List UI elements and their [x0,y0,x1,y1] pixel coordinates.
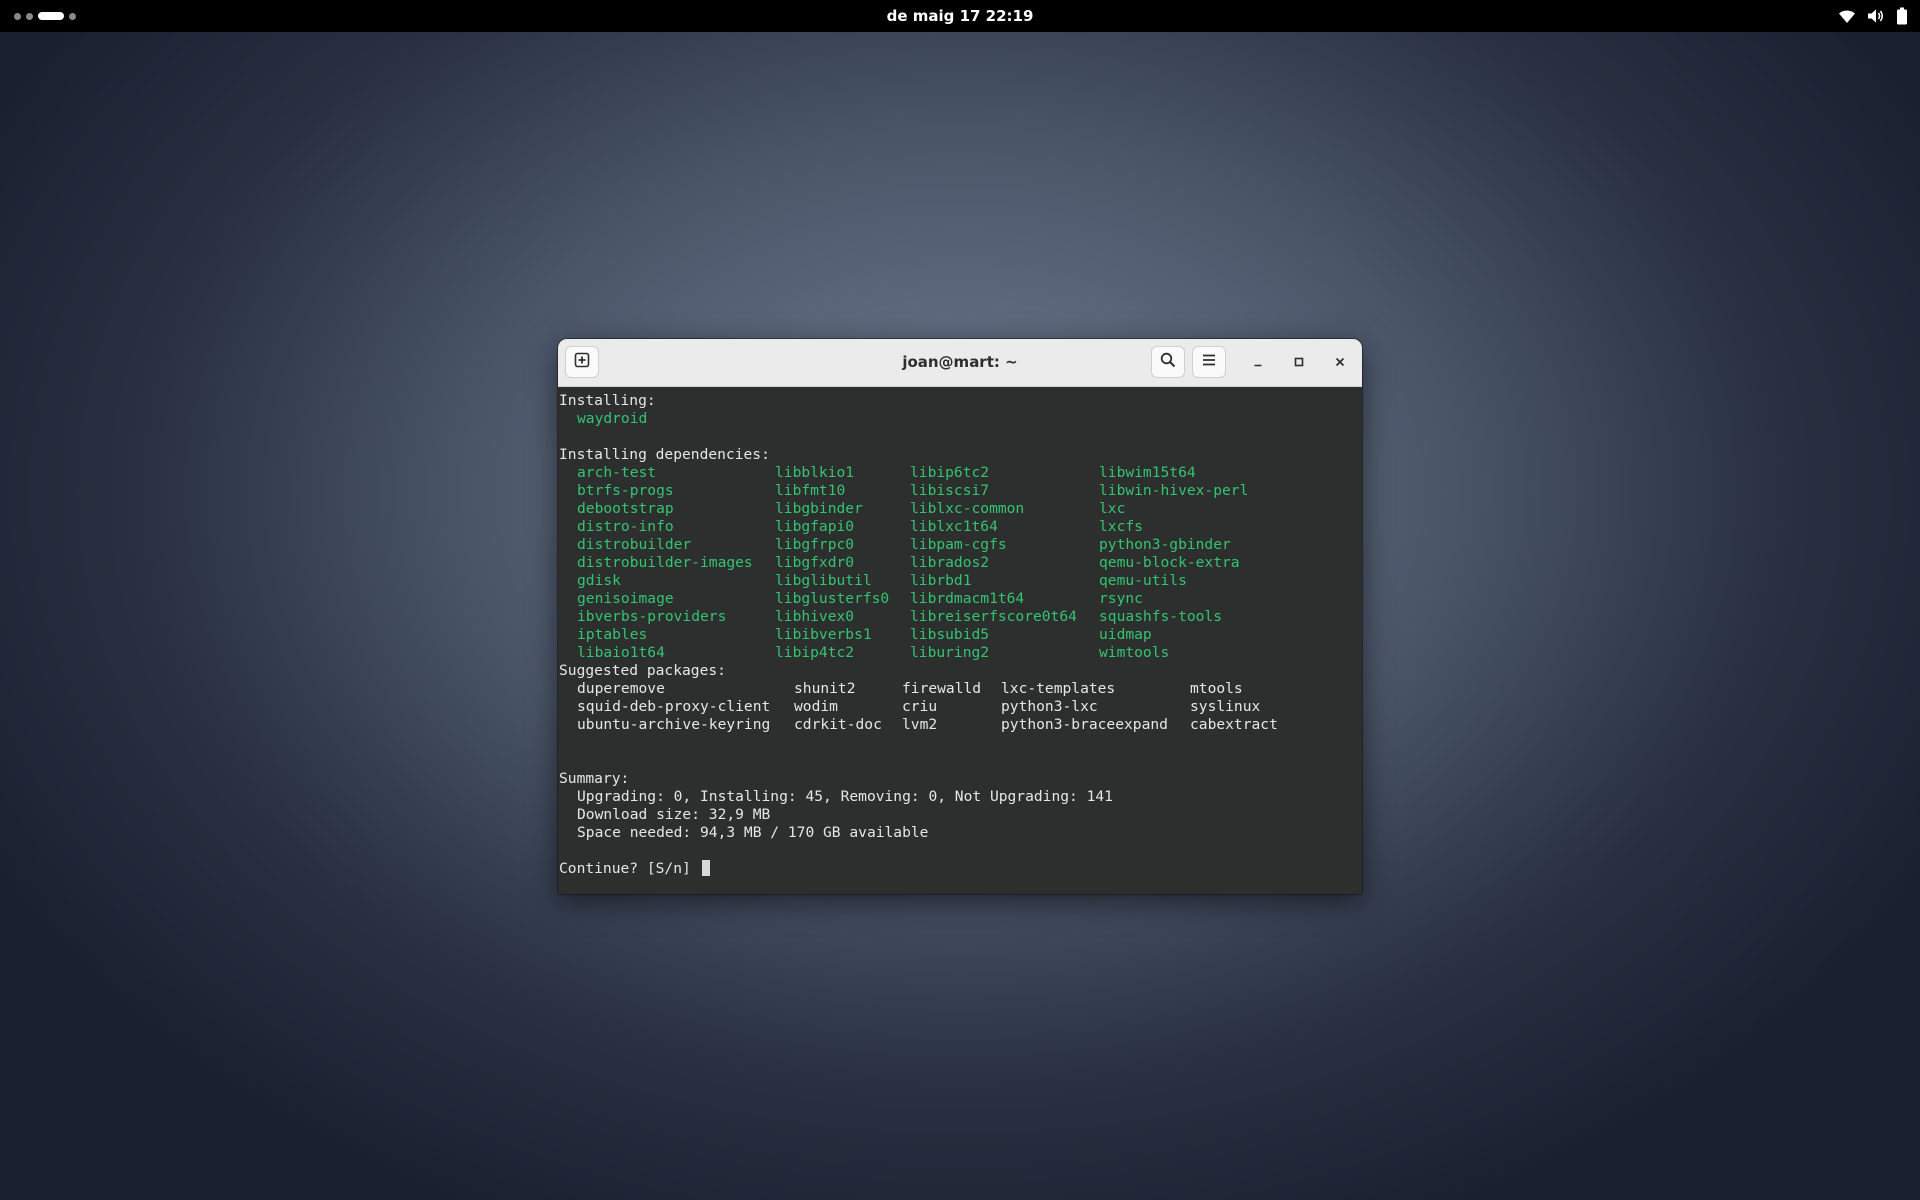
dependency-package: liblxc-common [910,500,1025,517]
installing-package: waydroid [577,410,648,427]
dependency-package: genisoimage [577,590,674,607]
suggested-package: wodim [794,698,838,715]
dependency-package: distro-info [577,518,674,535]
dependency-package: ibverbs-providers [577,608,727,625]
dependency-package: arch-test [577,464,657,481]
dependencies-header: Installing dependencies: [559,446,770,463]
dependency-package: distrobuilder-images [577,554,753,571]
workspace-dot[interactable] [14,12,21,20]
window-title: joan@mart: ~ [902,353,1018,371]
workspace-active-pill[interactable] [38,12,64,20]
suggested-package: syslinux [1190,698,1261,715]
installing-header: Installing: [559,392,656,409]
dependency-package: liblxc1t64 [910,518,998,535]
workspace-dot[interactable] [26,12,33,20]
activities-workspace-indicator[interactable] [14,10,76,22]
suggested-package: firewalld [902,680,982,697]
suggested-package: python3-lxc [1001,698,1098,715]
suggested-package: shunit2 [794,680,856,697]
dependency-package: libiscsi7 [910,482,990,499]
dependency-package: libip4tc2 [775,644,855,661]
hamburger-menu-icon [1201,352,1217,372]
text-cursor [701,860,710,876]
dependency-package: python3-gbinder [1099,536,1231,553]
search-button[interactable] [1151,346,1185,378]
suggested-package: cdrkit-doc [794,716,882,733]
dependency-package: libgfapi0 [775,518,855,535]
dependency-package: btrfs-progs [577,482,674,499]
dependency-package: qemu-utils [1099,572,1187,589]
dependency-package: libglibutil [775,572,872,589]
search-icon [1160,352,1176,372]
dependency-package: libglusterfs0 [775,590,890,607]
dependency-package: libreiserfscore0t64 [910,608,1077,625]
suggested-package: lvm2 [902,716,938,733]
system-tray[interactable] [1838,7,1908,25]
new-tab-icon [574,352,590,372]
suggested-header: Suggested packages: [559,662,726,679]
summary-line: Download size: 32,9 MB [577,806,771,823]
continue-prompt: Continue? [S/n] [559,860,700,877]
prompt-line: Continue? [S/n] [559,860,710,878]
summary-line: Space needed: 94,3 MB / 170 GB available [577,824,929,841]
new-tab-button[interactable] [565,346,599,378]
dependency-package: libibverbs1 [775,626,872,643]
window-headerbar[interactable]: joan@mart: ~ [558,339,1362,387]
summary-header: Summary: [559,770,630,787]
dependency-package: wimtools [1099,644,1170,661]
suggested-package: mtools [1190,680,1243,697]
main-menu-button[interactable] [1192,346,1226,378]
terminal-output[interactable]: Installing: waydroid Installing dependen… [558,387,1362,894]
dependency-package: librdmacm1t64 [910,590,1025,607]
minimize-icon [1252,353,1264,372]
dependency-package: libgbinder [775,500,863,517]
suggested-package: squid-deb-proxy-client [577,698,771,715]
dependency-package: distrobuilder [577,536,692,553]
dependency-package: libip6tc2 [910,464,990,481]
dependency-package: librbd1 [910,572,972,589]
workspace-dot[interactable] [69,12,76,20]
suggested-package: python3-braceexpand [1001,716,1168,733]
maximize-button[interactable] [1287,350,1311,374]
wifi-icon [1838,8,1856,24]
volume-icon [1867,8,1885,24]
dependency-package: libpam-cgfs [910,536,1007,553]
suggested-package: lxc-templates [1001,680,1116,697]
maximize-icon [1293,353,1305,372]
dependency-package: uidmap [1099,626,1152,643]
dependency-package: libgfxdr0 [775,554,855,571]
dependency-package: libblkio1 [775,464,855,481]
suggested-package: duperemove [577,680,665,697]
summary-line: Upgrading: 0, Installing: 45, Removing: … [577,788,1113,805]
battery-icon [1896,7,1908,25]
dependency-package: rsync [1099,590,1143,607]
dependency-package: libaio1t64 [577,644,665,661]
suggested-package: cabextract [1190,716,1278,733]
dependency-package: debootstrap [577,500,674,517]
dependency-package: liburing2 [910,644,990,661]
dependency-package: lxc [1099,500,1126,517]
close-icon [1334,353,1346,372]
dependency-package: libwin-hivex-perl [1099,482,1249,499]
terminal-window[interactable]: joan@mart: ~ Installing: waydroid Instal… [558,339,1362,894]
date-time-clock[interactable]: de maig 17 22:19 [887,7,1034,25]
dependency-package: libgfrpc0 [775,536,855,553]
suggested-package: ubuntu-archive-keyring [577,716,771,733]
dependency-package: librados2 [910,554,990,571]
dependency-package: squashfs-tools [1099,608,1223,625]
dependency-package: libhivex0 [775,608,855,625]
suggested-package: criu [902,698,938,715]
clock-container: de maig 17 22:19 [0,0,1920,32]
dependency-package: qemu-block-extra [1099,554,1240,571]
dependency-package: lxcfs [1099,518,1143,535]
dependency-package: libsubid5 [910,626,990,643]
dependency-package: gdisk [577,572,621,589]
close-button[interactable] [1328,350,1352,374]
dependency-package: iptables [577,626,648,643]
dependency-package: libwim15t64 [1099,464,1196,481]
dependency-package: libfmt10 [775,482,846,499]
top-bar: de maig 17 22:19 [0,0,1920,32]
minimize-button[interactable] [1246,350,1270,374]
